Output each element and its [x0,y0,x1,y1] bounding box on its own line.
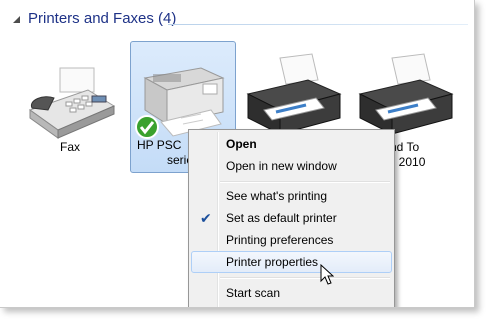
collapse-triangle-icon[interactable] [12,15,22,25]
menu-item-start-scan[interactable]: Start scan [191,282,392,304]
menu-item-label: See what's printing [226,189,328,203]
menu-item-label: Start scan [226,286,281,300]
menu-item-set-default-printer[interactable]: ✔ Set as default printer [191,207,392,229]
checkmark-icon: ✔ [200,210,212,226]
device-label-line1: nd To [390,140,420,154]
fax-machine-icon [28,67,116,139]
context-menu: Open Open in new window See what's print… [188,129,395,307]
group-title: Printers and Faxes (4) [28,10,177,27]
menu-separator [220,181,390,183]
menu-item-printer-properties[interactable]: Printer properties [191,251,392,273]
default-check-icon [135,115,159,139]
menu-item-open[interactable]: Open [191,133,392,155]
menu-item-printing-preferences[interactable]: Printing preferences [191,229,392,251]
menu-item-label: Printer properties [226,255,319,269]
printer-icon [358,53,454,135]
device-label: Fax [59,140,80,154]
group-divider [168,24,468,25]
menu-item-label: Printing preferences [226,233,334,247]
menu-item-label: Open in new window [226,159,337,173]
menu-separator [220,277,390,279]
printer-icon [246,53,342,135]
menu-item-see-whats-printing[interactable]: See what's printing [191,185,392,207]
menu-item-label: Open [226,137,257,151]
menu-item-label: Set as default printer [226,211,337,225]
menu-item-open-new-window[interactable]: Open in new window [191,155,392,177]
mouse-cursor-icon [320,264,334,285]
devices-window: Printers and Faxes (4) Fax HP PSC serie … [0,0,475,308]
device-fax[interactable]: Fax [18,44,122,172]
